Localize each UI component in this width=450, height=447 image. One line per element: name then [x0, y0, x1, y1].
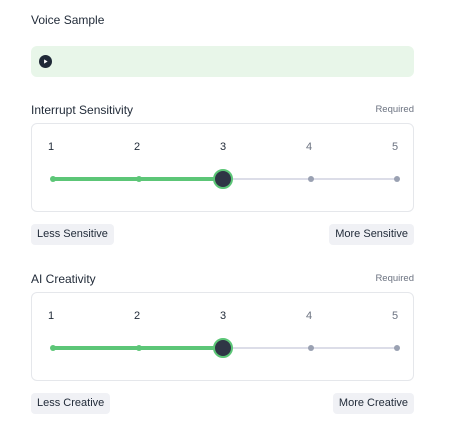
- less-creative-label: Less Creative: [31, 393, 111, 414]
- interrupt-sensitivity-slider: 1 2 3 4 5: [31, 123, 414, 212]
- tick-label-2: 2: [133, 310, 141, 322]
- less-sensitive-label: Less Sensitive: [31, 224, 114, 245]
- slider-step-4[interactable]: [308, 345, 314, 351]
- ai-creativity-slider: 1 2 3 4 5: [31, 292, 414, 381]
- voice-sample-player: [31, 46, 414, 77]
- tick-label-1: 1: [47, 141, 55, 153]
- tick-label-3: 3: [219, 141, 227, 153]
- slider-step-5[interactable]: [394, 345, 400, 351]
- slider-step-2[interactable]: [136, 176, 142, 182]
- ai-creativity-title: AI Creativity: [31, 272, 96, 286]
- slider-thumb[interactable]: [213, 338, 233, 358]
- more-sensitive-label: More Sensitive: [329, 224, 414, 245]
- slider-step-2[interactable]: [136, 345, 142, 351]
- tick-label-2: 2: [133, 141, 141, 153]
- interrupt-sensitivity-title: Interrupt Sensitivity: [31, 103, 134, 117]
- slider-thumb[interactable]: [213, 169, 233, 189]
- slider-step-1[interactable]: [50, 345, 56, 351]
- voice-sample-title: Voice Sample: [31, 13, 105, 27]
- tick-label-4: 4: [305, 310, 313, 322]
- required-label: Required: [375, 104, 414, 115]
- tick-label-5: 5: [391, 310, 399, 322]
- tick-label-3: 3: [219, 310, 227, 322]
- more-creative-label: More Creative: [332, 393, 414, 414]
- slider-step-4[interactable]: [308, 176, 314, 182]
- required-label: Required: [375, 273, 414, 284]
- slider-step-1[interactable]: [50, 176, 56, 182]
- tick-label-1: 1: [47, 310, 55, 322]
- tick-label-4: 4: [305, 141, 313, 153]
- tick-label-5: 5: [391, 141, 399, 153]
- play-icon[interactable]: [39, 55, 52, 68]
- slider-step-5[interactable]: [394, 176, 400, 182]
